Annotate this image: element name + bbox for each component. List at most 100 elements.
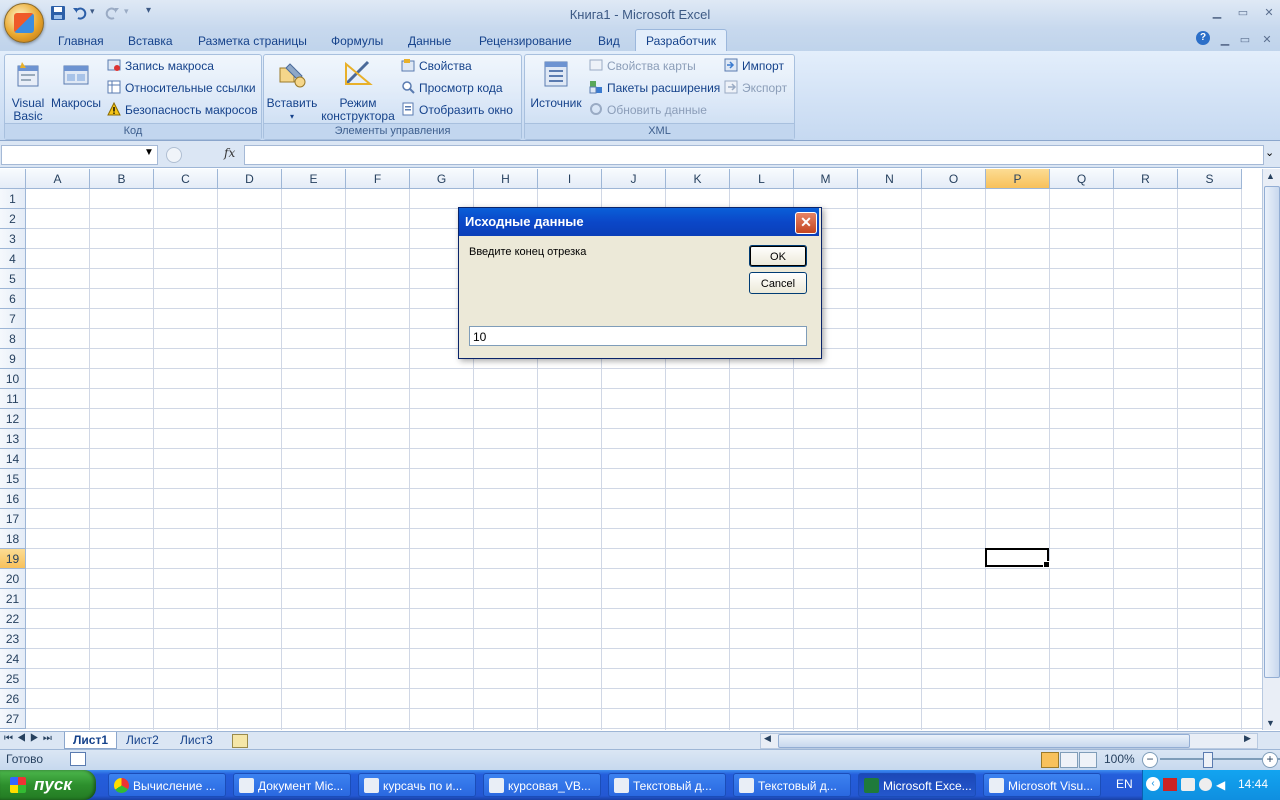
- column-header[interactable]: F: [346, 169, 410, 189]
- macro-security-button[interactable]: Безопасность макросов: [107, 101, 258, 119]
- fill-handle[interactable]: [1043, 561, 1050, 568]
- row-header[interactable]: 13: [0, 429, 26, 449]
- scroll-down-icon[interactable]: ▼: [1266, 718, 1275, 728]
- tray-volume-icon[interactable]: ◀: [1216, 778, 1228, 792]
- horizontal-scroll-thumb[interactable]: [778, 734, 1190, 748]
- column-header[interactable]: Q: [1050, 169, 1114, 189]
- tray-network-icon[interactable]: [1181, 778, 1195, 791]
- task-vba[interactable]: Microsoft Visu...: [983, 773, 1101, 797]
- task-chrome[interactable]: Вычисление ...: [108, 773, 226, 797]
- tab-page-layout[interactable]: Разметка страницы: [188, 31, 317, 51]
- sheet-tab-2[interactable]: Лист2: [118, 732, 167, 748]
- column-header[interactable]: G: [410, 169, 474, 189]
- row-header[interactable]: 24: [0, 649, 26, 669]
- row-header[interactable]: 23: [0, 629, 26, 649]
- tab-developer[interactable]: Разработчик: [635, 29, 727, 52]
- doc-minimize-icon[interactable]: ▁: [1216, 33, 1234, 47]
- zoom-out-icon[interactable]: −: [1142, 752, 1158, 768]
- task-word-1[interactable]: Документ Mic...: [233, 773, 351, 797]
- row-header[interactable]: 9: [0, 349, 26, 369]
- row-header[interactable]: 12: [0, 409, 26, 429]
- tray-app-icon[interactable]: [1163, 778, 1177, 791]
- xml-import-button[interactable]: Импорт: [724, 57, 784, 75]
- tab-formulas[interactable]: Формулы: [321, 31, 393, 51]
- dialog-close-icon[interactable]: ✕: [795, 212, 817, 234]
- row-header[interactable]: 18: [0, 529, 26, 549]
- expand-formula-bar-icon[interactable]: ⌄: [1265, 146, 1274, 159]
- task-excel[interactable]: Microsoft Exce...: [858, 773, 976, 797]
- row-header[interactable]: 22: [0, 609, 26, 629]
- task-text-1[interactable]: Текстовый д...: [608, 773, 726, 797]
- row-header[interactable]: 19: [0, 549, 26, 569]
- active-cell[interactable]: [985, 548, 1050, 568]
- tab-data[interactable]: Данные: [398, 31, 461, 51]
- sheet-tab-1[interactable]: Лист1: [64, 732, 118, 749]
- relative-refs-button[interactable]: Относительные ссылки: [107, 79, 256, 97]
- ok-button[interactable]: OK: [749, 245, 807, 267]
- row-header[interactable]: 11: [0, 389, 26, 409]
- row-header[interactable]: 2: [0, 209, 26, 229]
- column-header[interactable]: L: [730, 169, 794, 189]
- row-header[interactable]: 14: [0, 449, 26, 469]
- insert-control-button[interactable]: Вставить ▾: [266, 58, 318, 123]
- refresh-data-button[interactable]: Обновить данные: [589, 101, 707, 119]
- row-header[interactable]: 8: [0, 329, 26, 349]
- column-header[interactable]: M: [794, 169, 858, 189]
- row-header[interactable]: 10: [0, 369, 26, 389]
- macro-record-status-icon[interactable]: [70, 752, 86, 766]
- column-header[interactable]: P: [986, 169, 1050, 189]
- row-header[interactable]: 5: [0, 269, 26, 289]
- start-button[interactable]: пуск: [0, 770, 96, 800]
- row-header[interactable]: 20: [0, 569, 26, 589]
- design-mode-button[interactable]: Режим конструктора: [320, 58, 396, 123]
- column-header[interactable]: I: [538, 169, 602, 189]
- tab-view[interactable]: Вид: [588, 31, 630, 51]
- row-header[interactable]: 16: [0, 489, 26, 509]
- sheet-nav-icons[interactable]: ⏮◀▶⏭: [4, 733, 56, 744]
- row-header[interactable]: 7: [0, 309, 26, 329]
- xml-export-button[interactable]: Экспорт: [724, 79, 787, 97]
- column-header[interactable]: E: [282, 169, 346, 189]
- task-word-2[interactable]: курсачь по и...: [358, 773, 476, 797]
- normal-view-icon[interactable]: [1041, 752, 1059, 768]
- row-header[interactable]: 27: [0, 709, 26, 729]
- properties-button[interactable]: Свойства: [401, 57, 472, 75]
- expansion-packs-button[interactable]: Пакеты расширения: [589, 79, 720, 97]
- page-break-view-icon[interactable]: [1079, 752, 1097, 768]
- language-indicator[interactable]: EN: [1116, 777, 1133, 791]
- row-header[interactable]: 6: [0, 289, 26, 309]
- doc-restore-icon[interactable]: ▭: [1236, 33, 1254, 47]
- zoom-in-icon[interactable]: +: [1262, 752, 1278, 768]
- name-box[interactable]: [1, 145, 158, 165]
- column-header[interactable]: H: [474, 169, 538, 189]
- tab-insert[interactable]: Вставка: [118, 31, 183, 51]
- row-header[interactable]: 3: [0, 229, 26, 249]
- column-header[interactable]: B: [90, 169, 154, 189]
- sheet-tab-3[interactable]: Лист3: [172, 732, 221, 748]
- select-all-corner[interactable]: [0, 169, 26, 189]
- formula-cancel-icon[interactable]: [166, 147, 182, 163]
- view-code-button[interactable]: Просмотр кода: [401, 79, 503, 97]
- column-header[interactable]: D: [218, 169, 282, 189]
- tray-expand-icon[interactable]: ‹: [1146, 777, 1160, 791]
- tray-shield-icon[interactable]: [1199, 778, 1212, 791]
- row-header[interactable]: 1: [0, 189, 26, 209]
- name-box-dropdown-icon[interactable]: ▼: [144, 147, 154, 158]
- maximize-icon[interactable]: ▭: [1234, 6, 1252, 20]
- row-header[interactable]: 21: [0, 589, 26, 609]
- formula-input[interactable]: [244, 145, 1264, 165]
- office-button[interactable]: [4, 3, 44, 43]
- zoom-level[interactable]: 100%: [1104, 752, 1135, 766]
- column-header[interactable]: R: [1114, 169, 1178, 189]
- close-icon[interactable]: ✕: [1260, 6, 1278, 20]
- column-header[interactable]: O: [922, 169, 986, 189]
- column-header[interactable]: A: [26, 169, 90, 189]
- task-text-2[interactable]: Текстовый д...: [733, 773, 851, 797]
- record-macro-button[interactable]: Запись макроса: [107, 57, 214, 75]
- tab-home[interactable]: Главная: [48, 31, 114, 51]
- insert-function-icon[interactable]: fx: [224, 146, 235, 160]
- row-header[interactable]: 4: [0, 249, 26, 269]
- column-header[interactable]: K: [666, 169, 730, 189]
- vertical-scroll-thumb[interactable]: [1264, 186, 1280, 678]
- scroll-up-icon[interactable]: ▲: [1266, 171, 1275, 181]
